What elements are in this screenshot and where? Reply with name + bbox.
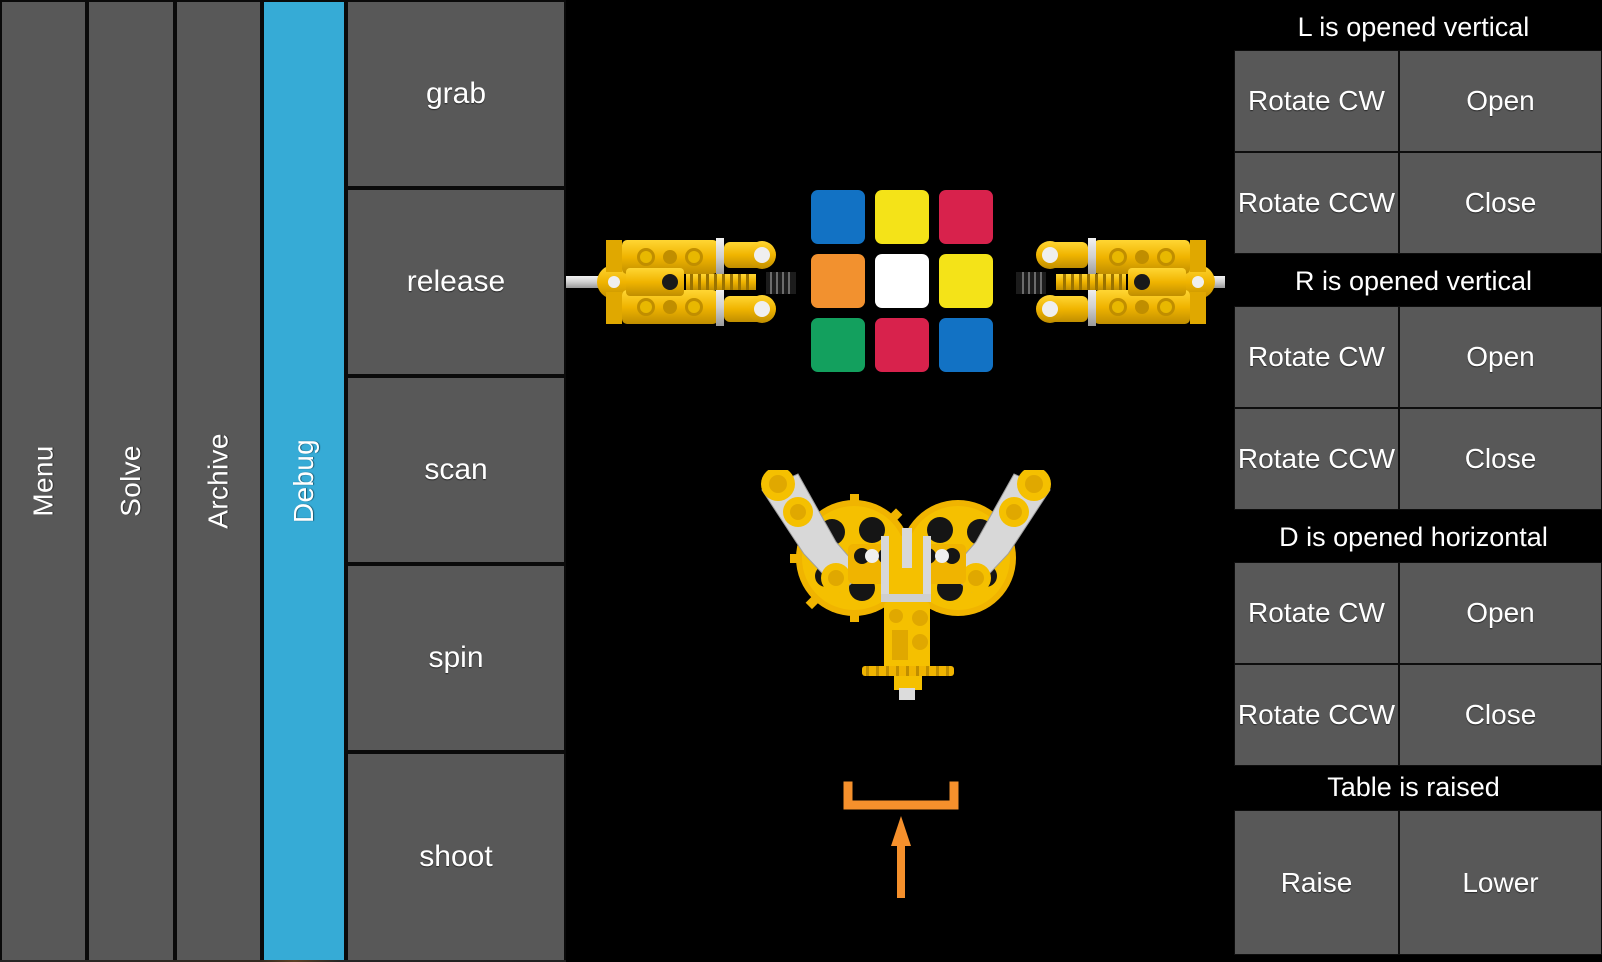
action-button-spin-label: spin — [428, 641, 484, 674]
button-d-close[interactable]: Close — [1399, 664, 1602, 766]
robot-arm-right — [1016, 238, 1246, 326]
status-label-r: R is opened vertical — [1225, 258, 1602, 304]
action-button-column: grab release scan spin shoot — [346, 0, 566, 962]
button-l-open[interactable]: Open — [1399, 50, 1602, 152]
button-r-rotate-cw[interactable]: Rotate CW — [1234, 306, 1399, 408]
action-button-grab-label: grab — [425, 77, 487, 110]
facelet-r0c1 — [875, 190, 929, 244]
nav-tab-strip: Menu Solve Archive Debug — [0, 0, 346, 962]
button-r-open[interactable]: Open — [1399, 306, 1602, 408]
table-bracket-icon — [843, 781, 959, 810]
status-label-table: Table is raised — [1225, 766, 1602, 808]
button-r-rotate-ccw[interactable]: Rotate CCW — [1234, 408, 1399, 510]
action-button-release[interactable]: release — [346, 188, 566, 376]
button-d-rotate-ccw[interactable]: Rotate CCW — [1234, 664, 1399, 766]
status-label-d: D is opened horizontal — [1225, 514, 1602, 560]
facelet-r0c0 — [811, 190, 865, 244]
button-table-raise[interactable]: Raise — [1234, 810, 1399, 955]
nav-tab-debug[interactable]: Debug — [262, 0, 346, 962]
button-l-rotate-cw[interactable]: Rotate CW — [1234, 50, 1399, 152]
status-label-l: L is opened vertical — [1225, 6, 1602, 48]
facelet-r2c2 — [939, 318, 993, 372]
button-r-close[interactable]: Close — [1399, 408, 1602, 510]
gripper-mechanism — [761, 470, 1051, 700]
nav-tab-menu[interactable]: Menu — [0, 0, 87, 962]
nav-tab-archive-label: Archive — [202, 433, 234, 529]
table-raise-arrow — [843, 781, 959, 898]
facelet-r1c1 — [875, 254, 929, 308]
button-d-open[interactable]: Open — [1399, 562, 1602, 664]
button-d-rotate-cw[interactable]: Rotate CW — [1234, 562, 1399, 664]
nav-tab-menu-label: Menu — [27, 445, 59, 517]
facelet-r1c0 — [811, 254, 865, 308]
button-table-lower[interactable]: Lower — [1399, 810, 1602, 955]
button-l-close[interactable]: Close — [1399, 152, 1602, 254]
action-button-spin[interactable]: spin — [346, 564, 566, 752]
button-l-rotate-ccw[interactable]: Rotate CCW — [1234, 152, 1399, 254]
nav-tab-solve-label: Solve — [114, 445, 146, 517]
action-button-release-label: release — [406, 265, 506, 298]
action-button-shoot[interactable]: shoot — [346, 752, 566, 962]
action-button-scan-label: scan — [424, 453, 488, 486]
nav-tab-debug-label: Debug — [288, 438, 320, 524]
facelet-r0c2 — [939, 190, 993, 244]
action-button-grab[interactable]: grab — [346, 0, 566, 188]
nav-tab-solve[interactable]: Solve — [87, 0, 175, 962]
cube-face-preview — [811, 190, 993, 372]
nav-tab-archive[interactable]: Archive — [175, 0, 262, 962]
debug-control-panel: L is opened vertical Rotate CW Open Rota… — [1225, 0, 1602, 962]
facelet-r1c2 — [939, 254, 993, 308]
robot-arm-left — [566, 238, 796, 326]
facelet-r2c0 — [811, 318, 865, 372]
facelet-r2c1 — [875, 318, 929, 372]
action-button-scan[interactable]: scan — [346, 376, 566, 564]
app-root: Menu Solve Archive Debug grab release sc… — [0, 0, 1602, 962]
action-button-shoot-label: shoot — [419, 840, 493, 873]
arrow-up-icon — [891, 816, 911, 898]
